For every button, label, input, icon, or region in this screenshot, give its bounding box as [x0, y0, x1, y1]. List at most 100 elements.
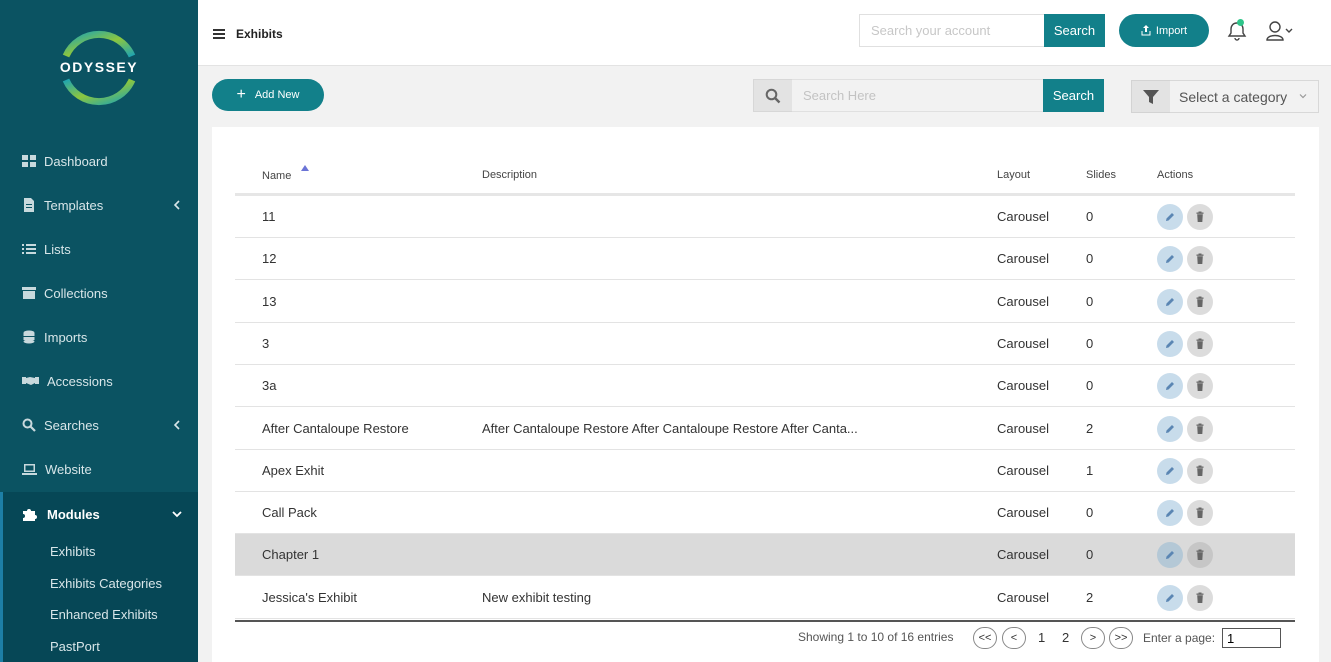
sidebar: ODYSSEY Dashboard Templates Lists Collec…: [0, 0, 198, 662]
chevron-left-icon: [172, 198, 182, 212]
dashboard-icon: [22, 154, 36, 168]
cell-slides: 0: [1086, 251, 1094, 267]
pagination-next-button[interactable]: >: [1081, 627, 1105, 649]
sidebar-item-label: Searches: [44, 417, 99, 433]
archive-icon: [22, 286, 36, 300]
document-icon: [22, 198, 36, 212]
cell-slides: 2: [1086, 420, 1094, 436]
cell-layout: Carousel: [997, 251, 1050, 267]
edit-button[interactable]: [1157, 542, 1183, 569]
trash-icon: [1196, 296, 1204, 307]
table-row[interactable]: 3a Carousel 0: [235, 365, 1295, 408]
cell-name: After Cantaloupe Restore: [262, 420, 409, 436]
submenu-item-exhibits[interactable]: Exhibits: [50, 544, 96, 559]
edit-button[interactable]: [1157, 288, 1183, 315]
delete-button[interactable]: [1187, 500, 1213, 527]
handshake-icon: [22, 374, 39, 388]
pagination-page-1[interactable]: 1: [1038, 630, 1045, 645]
edit-button[interactable]: [1157, 330, 1183, 357]
category-select[interactable]: Select a category: [1170, 80, 1319, 113]
delete-button[interactable]: [1187, 288, 1213, 315]
delete-button[interactable]: [1187, 204, 1213, 230]
table-row[interactable]: Apex Exhit Carousel 1: [235, 450, 1295, 492]
pagination-prev-button[interactable]: <: [1002, 627, 1026, 649]
sidebar-item-imports[interactable]: Imports: [0, 315, 198, 359]
sidebar-item-label: Collections: [44, 285, 108, 301]
table-row[interactable]: Jessica's Exhibit New exhibit testing Caro…: [235, 577, 1295, 619]
sidebar-item-label: Modules: [47, 506, 100, 522]
top-header: Exhibits Search Import: [198, 0, 1331, 66]
category-select-value: Select a category: [1179, 88, 1288, 105]
page-number-input[interactable]: [1222, 628, 1281, 648]
sidebar-item-website[interactable]: Website: [0, 447, 198, 491]
submenu-item-enhanced-exhibits[interactable]: Enhanced Exhibits: [50, 607, 158, 622]
delete-button[interactable]: [1187, 584, 1213, 611]
pagination-first-button[interactable]: <<: [973, 627, 997, 649]
sidebar-item-label: Dashboard: [44, 153, 108, 169]
table-row[interactable]: Call Pack Carousel 0: [235, 492, 1295, 535]
sidebar-item-templates[interactable]: Templates: [0, 183, 198, 227]
delete-button[interactable]: [1187, 457, 1213, 484]
table-row[interactable]: 11 Carousel 0: [235, 196, 1295, 238]
import-button-label: Import: [1155, 24, 1188, 37]
table-row[interactable]: 13 Carousel 0: [235, 281, 1295, 323]
pagination-last-button[interactable]: >>: [1109, 627, 1133, 649]
sidebar-item-searches[interactable]: Searches: [0, 403, 198, 447]
table-row[interactable]: 3 Carousel 0: [235, 323, 1295, 365]
delete-button[interactable]: [1187, 246, 1213, 273]
chevron-down-icon: [1299, 94, 1307, 99]
delete-button[interactable]: [1187, 542, 1213, 569]
user-menu-icon[interactable]: [1266, 20, 1296, 42]
edit-button[interactable]: [1157, 373, 1183, 400]
column-header-name[interactable]: Name: [262, 170, 291, 182]
column-header-layout[interactable]: Layout: [997, 169, 1030, 181]
delete-button[interactable]: [1187, 330, 1213, 357]
search-icon: [753, 79, 793, 112]
exhibit-search-input[interactable]: [792, 79, 1044, 112]
edit-button[interactable]: [1157, 246, 1183, 273]
plus-icon: +: [236, 86, 246, 103]
delete-button[interactable]: [1187, 415, 1213, 442]
notification-dot: [1237, 19, 1244, 26]
sidebar-item-dashboard[interactable]: Dashboard: [0, 139, 198, 183]
edit-button[interactable]: [1157, 204, 1183, 230]
trash-icon: [1196, 423, 1204, 434]
exhibit-search-button[interactable]: Search: [1043, 79, 1104, 112]
column-header-slides[interactable]: Slides: [1086, 169, 1116, 181]
import-button[interactable]: Import: [1119, 14, 1209, 47]
sidebar-item-label: Accessions: [47, 373, 113, 389]
submenu-item-exhibits-categories[interactable]: Exhibits Categories: [50, 576, 162, 591]
trash-icon: [1196, 338, 1204, 349]
hamburger-menu-icon[interactable]: [213, 29, 225, 39]
edit-button[interactable]: [1157, 500, 1183, 527]
column-header-description[interactable]: Description: [482, 169, 537, 181]
delete-button[interactable]: [1187, 373, 1213, 400]
submenu-item-pastport[interactable]: PastPort: [50, 639, 100, 654]
add-new-button[interactable]: + Add New: [212, 79, 324, 111]
pagination-page-2[interactable]: 2: [1062, 630, 1069, 645]
odyssey-logo[interactable]: ODYSSEY: [58, 26, 140, 110]
account-search-button[interactable]: Search: [1044, 14, 1105, 47]
trash-icon: [1196, 549, 1204, 561]
pencil-icon: [1166, 593, 1174, 602]
sidebar-item-collections[interactable]: Collections: [0, 271, 198, 315]
sidebar-item-modules[interactable]: Modules: [0, 492, 198, 536]
filter-icon: [1131, 80, 1171, 113]
cell-slides: 0: [1086, 293, 1094, 309]
table-row[interactable]: After Cantaloupe Restore After Cantaloupe…: [235, 408, 1295, 450]
table-row[interactable]: 12 Carousel 0: [235, 238, 1295, 281]
sidebar-item-label: Templates: [44, 197, 104, 213]
edit-button[interactable]: [1157, 457, 1183, 484]
sort-ascending-icon[interactable]: [301, 165, 309, 171]
sidebar-item-accessions[interactable]: Accessions: [0, 359, 198, 403]
cell-description: New exhibit testing: [482, 589, 592, 605]
sidebar-item-lists[interactable]: Lists: [0, 227, 198, 271]
pencil-icon: [1166, 213, 1174, 221]
cell-name: 3: [262, 335, 270, 351]
cell-description: After Cantaloupe Restore After Cantaloup…: [482, 420, 858, 436]
account-search-input[interactable]: [859, 14, 1045, 47]
table-row[interactable]: Chapter 1 Carousel 0: [235, 534, 1295, 577]
enter-page-label: Enter a page:: [1143, 631, 1216, 645]
edit-button[interactable]: [1157, 584, 1183, 611]
edit-button[interactable]: [1157, 415, 1183, 442]
